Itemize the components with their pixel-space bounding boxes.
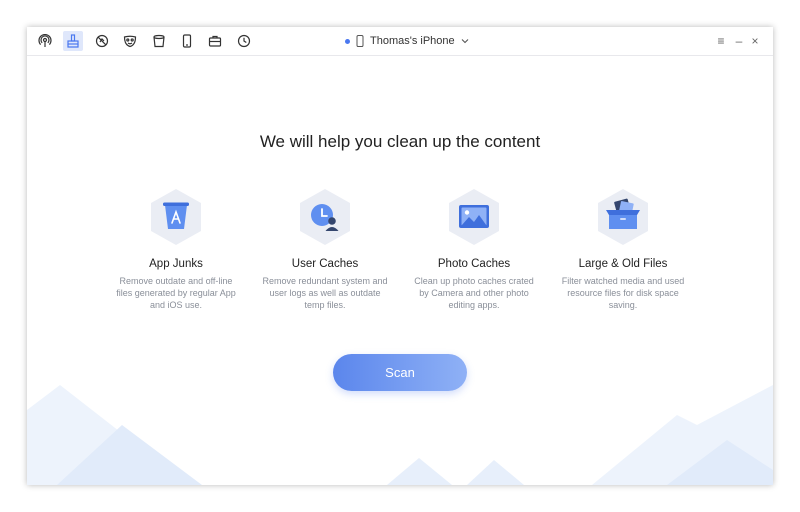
cleaner-icon[interactable] [63,31,83,51]
feature-photo-caches[interactable]: Photo Caches Clean up photo caches crate… [409,188,539,311]
page-headline: We will help you clean up the content [259,132,541,151]
feature-title: App Junks [149,258,203,270]
feature-title: Photo Caches [437,258,511,270]
menu-button[interactable]: ≡ [713,33,729,49]
bin-icon[interactable] [149,31,169,51]
main-content: We will help you clean up the content Ap… [27,56,773,485]
device-name: Thomas's iPhone [370,35,455,47]
mask-icon[interactable] [120,31,140,51]
app-store-bin-icon [151,189,201,245]
phone-icon[interactable] [177,31,197,51]
history-icon[interactable] [234,31,254,51]
box-files-icon [598,189,648,245]
user-clock-icon [300,189,350,245]
device-icon [356,35,364,47]
photo-icon [449,189,499,245]
feature-title: Large & Old Files [578,258,668,270]
close-button[interactable]: × [747,33,763,49]
minimize-button[interactable]: – [731,33,747,49]
device-selector[interactable]: Thomas's iPhone [345,33,469,49]
feature-description: Remove outdate and off-line files genera… [116,276,236,310]
podcast-icon[interactable] [35,31,55,51]
feature-description: Filter watched media and used resource f… [561,276,685,310]
blocked-icon[interactable] [92,31,112,51]
mountain-background [27,385,773,485]
feature-app-junks[interactable]: App Junks Remove outdate and off-line fi… [111,188,241,311]
scan-button[interactable]: Scan [333,354,467,391]
app-window: Thomas's iPhone ≡ – × We will help you c… [27,27,773,485]
feature-user-caches[interactable]: User Caches Remove redundant system and … [260,188,390,311]
feature-large-old-files[interactable]: Large & Old Files Filter watched media a… [558,188,688,311]
chevron-down-icon [461,39,469,44]
feature-description: Clean up photo caches crated by Camera a… [414,276,534,310]
title-bar: Thomas's iPhone ≡ – × [27,27,773,56]
toolbox-icon[interactable] [205,31,225,51]
feature-description: Remove redundant system and user logs as… [262,276,388,310]
feature-title: User Caches [291,258,359,270]
connection-status-dot [345,38,350,44]
